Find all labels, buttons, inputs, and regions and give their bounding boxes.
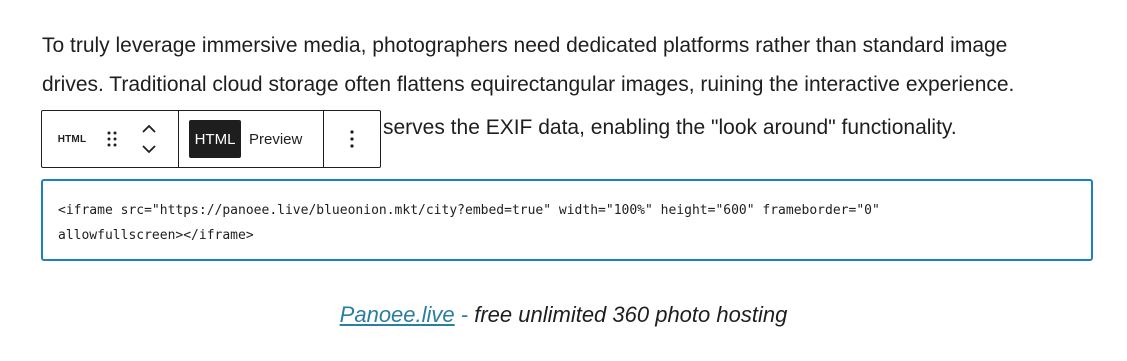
caption-link[interactable]: Panoee.live [340, 302, 455, 327]
mode-tabs-group: HTML Preview [179, 111, 324, 167]
block-toolbar: HTML HTML Preview [41, 110, 381, 168]
paragraph-line-3-text: serves the EXIF data, enabling the "look… [383, 116, 957, 139]
block-mover [134, 117, 164, 161]
html-code-editor[interactable]: <iframe src="https://panoee.live/blueoni… [41, 179, 1093, 261]
options-group [324, 111, 380, 167]
tab-html[interactable]: HTML [189, 120, 241, 158]
block-controls-group: HTML [42, 111, 179, 167]
tab-preview[interactable]: Preview [249, 120, 302, 158]
paragraph-line-1: To truly leverage immersive media, photo… [42, 34, 1008, 57]
move-down-button[interactable] [137, 139, 161, 159]
caption-separator: - [454, 302, 475, 327]
caption: Panoee.live - free unlimited 360 photo h… [0, 302, 1127, 328]
move-up-button[interactable] [137, 119, 161, 139]
code-line-1: <iframe src="https://panoee.live/blueoni… [58, 203, 880, 218]
more-options-button[interactable] [340, 124, 364, 154]
drag-handle-icon[interactable] [100, 127, 124, 151]
paragraph-line-2: drives. Traditional cloud storage often … [42, 73, 1015, 96]
code-line-2: allowfullscreen></iframe> [58, 228, 254, 243]
chevron-down-icon [142, 145, 156, 154]
caption-text: free unlimited 360 photo hosting [474, 302, 788, 327]
more-vertical-icon [350, 130, 354, 148]
block-type-button[interactable]: HTML [44, 134, 100, 145]
chevron-up-icon [142, 124, 156, 133]
